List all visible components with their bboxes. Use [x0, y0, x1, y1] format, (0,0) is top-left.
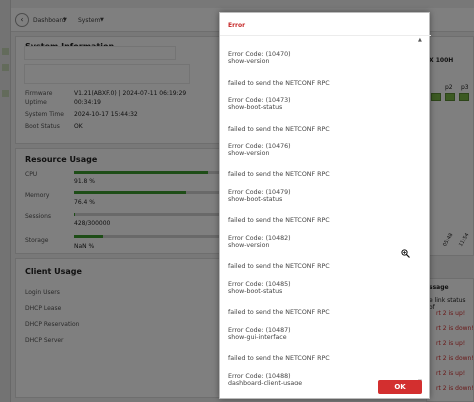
- error-rpc-line: show-version: [228, 242, 270, 249]
- error-dialog-title: Error: [228, 22, 246, 29]
- error-rpc-line: show-boot-status: [228, 104, 283, 111]
- zoom-cursor-icon: [401, 249, 410, 261]
- error-dialog: Error Error Code: (10470) show-version f…: [219, 12, 431, 399]
- error-rpc-line: dashboard-client-usage: [228, 380, 303, 385]
- error-rpc-line: show-gui-interface: [228, 334, 287, 341]
- error-rpc-line: show-boot-status: [228, 288, 283, 295]
- scroll-up-arrow-icon[interactable]: ▲: [418, 37, 422, 43]
- error-detail-line: failed to send the NETCONF RPC: [228, 263, 330, 270]
- dialog-divider: [220, 35, 431, 36]
- error-rpc-line: show-boot-status: [228, 196, 283, 203]
- error-message-list[interactable]: Error Code: (10470) show-version failed …: [228, 37, 418, 385]
- error-detail-line: failed to send the NETCONF RPC: [228, 217, 330, 224]
- error-detail-line: failed to send the NETCONF RPC: [228, 309, 330, 316]
- error-detail-line: failed to send the NETCONF RPC: [228, 171, 330, 178]
- error-rpc-line: show-version: [228, 150, 270, 157]
- error-detail-line: failed to send the NETCONF RPC: [228, 126, 330, 133]
- error-detail-line: failed to send the NETCONF RPC: [228, 80, 330, 87]
- ok-button[interactable]: OK: [378, 380, 422, 394]
- error-rpc-line: show-version: [228, 58, 270, 65]
- error-detail-line: failed to send the NETCONF RPC: [228, 355, 330, 362]
- message-scrollbar[interactable]: ▲ ▼: [418, 37, 424, 385]
